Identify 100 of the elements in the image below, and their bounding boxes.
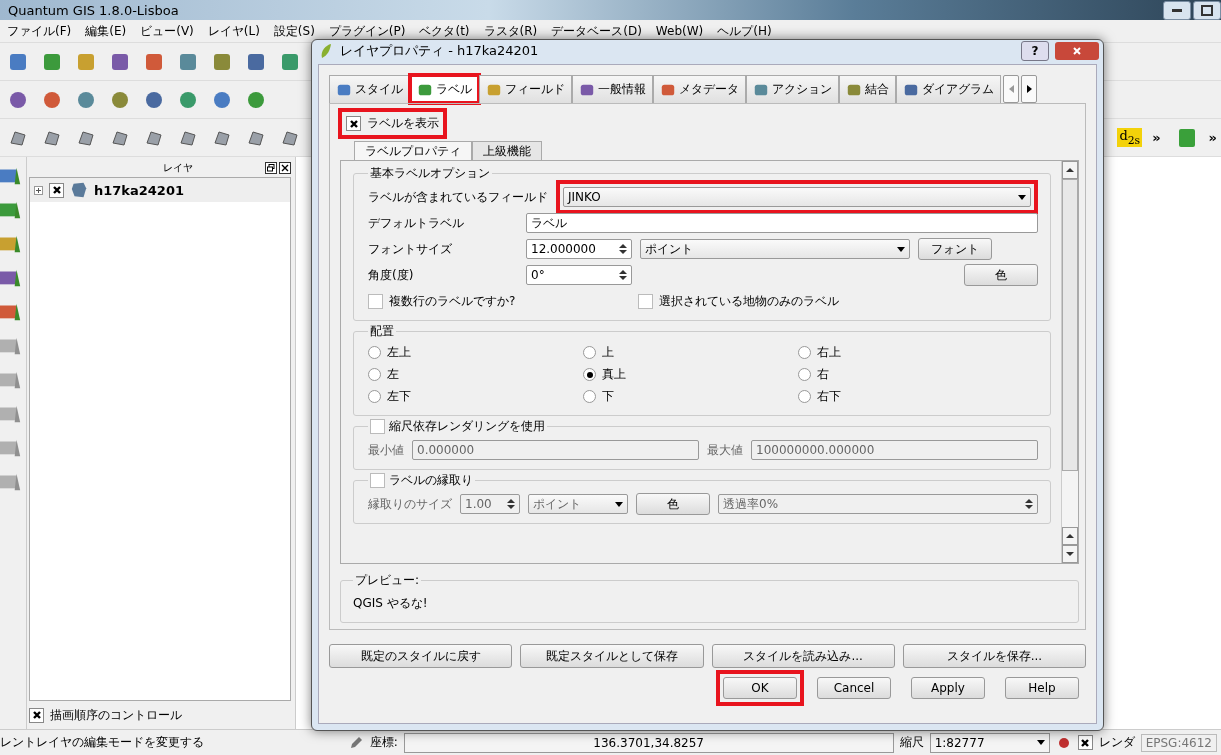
- cross-icon: [51, 185, 62, 195]
- cross-icon: [1080, 737, 1091, 748]
- expand-icon[interactable]: [34, 185, 43, 195]
- radio-button[interactable]: [583, 390, 596, 403]
- tab[interactable]: スタイル: [329, 75, 410, 103]
- color-button[interactable]: 色: [636, 493, 710, 515]
- checkbox-label: 複数行のラベルですか?: [389, 292, 516, 310]
- scale-label: 縮尺: [899, 734, 924, 751]
- color-button[interactable]: 色: [964, 264, 1038, 286]
- checkbox[interactable]: [370, 419, 385, 434]
- radio-label: 上: [602, 344, 614, 361]
- checkbox[interactable]: [368, 293, 383, 309]
- style-button[interactable]: スタイルを保存...: [902, 644, 1086, 668]
- tab[interactable]: ダイアグラム: [896, 75, 1001, 103]
- unit-combo[interactable]: ポイント: [640, 239, 910, 259]
- close-icon[interactable]: [279, 162, 291, 174]
- window-title: Quantum GIS 1.8.0-Lisboa: [8, 2, 179, 18]
- status-message: レントレイヤの編集モードを変更する: [0, 734, 204, 751]
- coordinate-field[interactable]: 136.3701,34.8257: [403, 732, 894, 753]
- menu-item[interactable]: 設定(S): [266, 22, 322, 40]
- preview-text: QGIS やるな!: [353, 596, 428, 610]
- group-title: プレビュー:: [354, 572, 421, 589]
- menu-item[interactable]: 編集(E): [78, 22, 134, 40]
- tab[interactable]: ラベル: [410, 75, 479, 103]
- input-field[interactable]: 0.000000: [412, 440, 699, 460]
- tab[interactable]: ラベルプロパティ: [354, 141, 472, 161]
- input-field[interactable]: ラベル: [526, 213, 1038, 233]
- checkbox[interactable]: [29, 707, 44, 723]
- checkbox[interactable]: [1077, 735, 1093, 750]
- close-button[interactable]: [1055, 42, 1099, 60]
- style-button[interactable]: スタイルを読み込み...: [711, 644, 895, 668]
- menu-item[interactable]: ヘルプ(H): [710, 22, 779, 40]
- spin-box[interactable]: 1.00: [460, 494, 520, 514]
- group-title: 基本ラベルオプション: [369, 165, 491, 182]
- radio-button[interactable]: [368, 346, 381, 359]
- dialog-button[interactable]: Cancel: [817, 677, 891, 699]
- float-icon[interactable]: [265, 162, 277, 174]
- menu-item[interactable]: ベクタ(t): [412, 22, 477, 40]
- radio-label: 右上: [817, 344, 841, 361]
- unit-combo[interactable]: ポイント: [528, 494, 628, 514]
- minimize-button[interactable]: [1163, 0, 1191, 20]
- checkbox[interactable]: [49, 182, 64, 198]
- checkbox[interactable]: [346, 116, 361, 131]
- scroll-right-button[interactable]: [1021, 75, 1037, 103]
- menu-item[interactable]: ラスタ(R): [476, 22, 545, 40]
- field-label: 縁取りのサイズ: [368, 495, 452, 513]
- checkbox[interactable]: [638, 293, 653, 309]
- radio-button[interactable]: [368, 368, 381, 381]
- crs-button[interactable]: EPSG:4612: [1140, 733, 1217, 752]
- tab[interactable]: メタデータ: [653, 75, 746, 103]
- menu-item[interactable]: データベース(D): [544, 22, 649, 40]
- menu-item[interactable]: Web(W): [648, 24, 711, 38]
- menu-item[interactable]: レイヤ(L): [200, 22, 267, 40]
- font-button[interactable]: フォント: [918, 238, 992, 260]
- dialog-button[interactable]: Apply: [911, 677, 985, 699]
- menu-item[interactable]: ビュー(V): [133, 22, 201, 40]
- scale-combo[interactable]: 1:82777: [929, 732, 1050, 753]
- spin-box[interactable]: 0°: [526, 265, 632, 285]
- group-title: 縮尺依存レンダリングを使用: [389, 418, 545, 435]
- tab[interactable]: 結合: [839, 75, 896, 103]
- field-combo[interactable]: JINKO: [563, 187, 1031, 207]
- checkbox-label: 選択されている地物のみのラベル: [659, 292, 839, 310]
- checkbox[interactable]: [370, 473, 385, 488]
- radio-label: 下: [602, 388, 614, 405]
- menu-item[interactable]: プラグイン(P): [321, 22, 413, 40]
- plugin-icon[interactable]: d$_{2s}$: [1117, 128, 1143, 147]
- radio-label: 左: [387, 366, 399, 383]
- tab[interactable]: 上級機能: [472, 141, 542, 161]
- toolbar-overflow-button[interactable]: »: [1152, 130, 1161, 145]
- radio-button[interactable]: [368, 390, 381, 403]
- checkbox-label: ラベルを表示: [367, 115, 439, 132]
- style-button[interactable]: 既定のスタイルに戻す: [329, 644, 513, 668]
- tab[interactable]: 一般情報: [572, 75, 653, 103]
- input-field[interactable]: 100000000.000000: [751, 440, 1038, 460]
- spin-box[interactable]: 12.000000: [526, 239, 632, 259]
- radio-button[interactable]: [583, 346, 596, 359]
- radio-label: 真上: [602, 366, 626, 383]
- dialog-button[interactable]: Help: [1005, 677, 1079, 699]
- tab[interactable]: アクション: [746, 75, 839, 103]
- radio-button[interactable]: [798, 368, 811, 381]
- radio-label: 左下: [387, 388, 411, 405]
- field-label: 最小値: [368, 441, 404, 459]
- tab[interactable]: フィールド: [479, 75, 572, 103]
- radio-button[interactable]: [583, 368, 596, 381]
- radio-button[interactable]: [798, 390, 811, 403]
- group-title: 配置: [369, 323, 395, 340]
- dialog-button[interactable]: OK: [723, 677, 797, 699]
- radio-button[interactable]: [798, 346, 811, 359]
- maximize-button[interactable]: [1193, 0, 1221, 20]
- dialog-title: レイヤプロパティ - h17ka24201: [340, 42, 539, 60]
- checkbox-label: 描画順序のコントロール: [50, 706, 182, 724]
- spin-box[interactable]: 透過率0%: [718, 494, 1038, 514]
- field-label: 角度(度): [368, 266, 415, 284]
- style-button[interactable]: 既定スタイルとして保存: [520, 644, 704, 668]
- field-label: 最大値: [707, 441, 743, 459]
- toolbar-overflow-button[interactable]: »: [1208, 130, 1217, 145]
- menu-item[interactable]: ファイル(F): [0, 22, 79, 40]
- help-button[interactable]: ?: [1021, 41, 1049, 61]
- close-icon: [1072, 46, 1082, 56]
- panel-title: レイヤ: [163, 161, 193, 175]
